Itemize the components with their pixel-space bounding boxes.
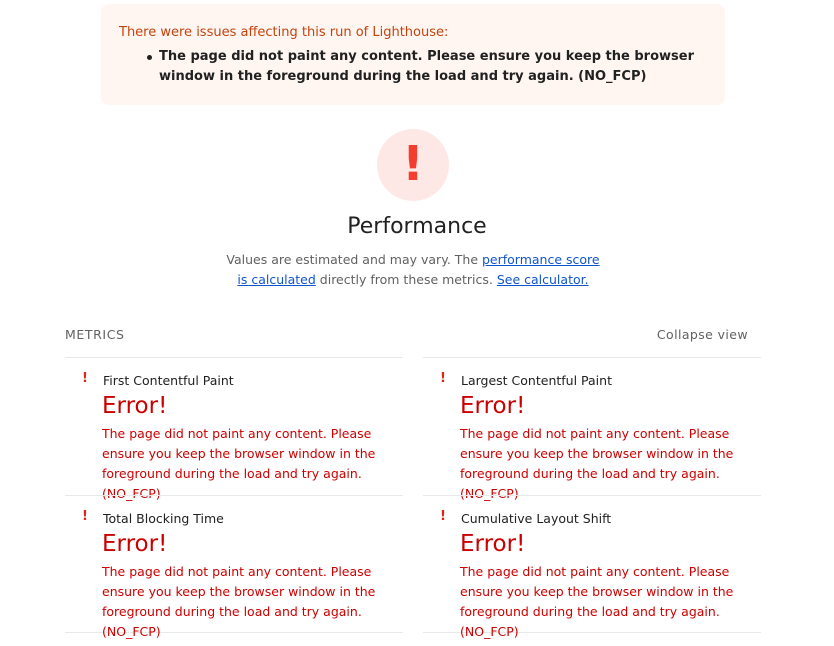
lighthouse-report: There were issues affecting this run of … [0, 0, 834, 646]
warning-list: The page did not paint any content. Plea… [119, 47, 707, 87]
metric-value: Error! [102, 531, 168, 557]
metric-total-blocking-time: ! Total Blocking Time Error! The page di… [65, 495, 403, 639]
metric-value: Error! [102, 393, 168, 419]
performance-gauge[interactable]: ! [377, 129, 449, 201]
metric-first-contentful-paint: ! First Contentful Paint Error! The page… [65, 357, 403, 501]
error-icon: ! [440, 509, 446, 524]
warning-item: The page did not paint any content. Plea… [147, 47, 707, 87]
metric-value: Error! [460, 531, 526, 557]
metric-cumulative-layout-shift: ! Cumulative Layout Shift Error! The pag… [423, 495, 761, 639]
metric-name: First Contentful Paint [103, 373, 234, 388]
error-icon: ! [82, 509, 88, 524]
metric-name: Total Blocking Time [103, 511, 224, 526]
description-text: Values are estimated and may vary. The [226, 252, 482, 267]
collapse-view-button[interactable]: Collapse view [657, 327, 748, 342]
metric-largest-contentful-paint: ! Largest Contentful Paint Error! The pa… [423, 357, 761, 501]
metrics-header: METRICS [65, 327, 125, 342]
error-icon: ! [440, 371, 446, 386]
error-exclamation-icon: ! [402, 136, 424, 192]
description-text-middle: directly from these metrics. [315, 272, 497, 287]
metric-error-description: The page did not paint any content. Plea… [102, 426, 376, 501]
see-calculator-link[interactable]: See calculator. [497, 272, 589, 287]
warning-banner: There were issues affecting this run of … [101, 4, 725, 105]
metric-error-description: The page did not paint any content. Plea… [460, 564, 734, 639]
metric-error-description: The page did not paint any content. Plea… [102, 564, 376, 639]
metric-name: Cumulative Layout Shift [461, 511, 612, 526]
performance-description: Values are estimated and may vary. The p… [222, 250, 604, 290]
warning-title: There were issues affecting this run of … [119, 25, 449, 40]
metric-error-description: The page did not paint any content. Plea… [460, 426, 734, 501]
error-icon: ! [82, 371, 88, 386]
metric-value: Error! [460, 393, 526, 419]
performance-title: Performance [347, 214, 487, 239]
metric-name: Largest Contentful Paint [461, 373, 612, 388]
